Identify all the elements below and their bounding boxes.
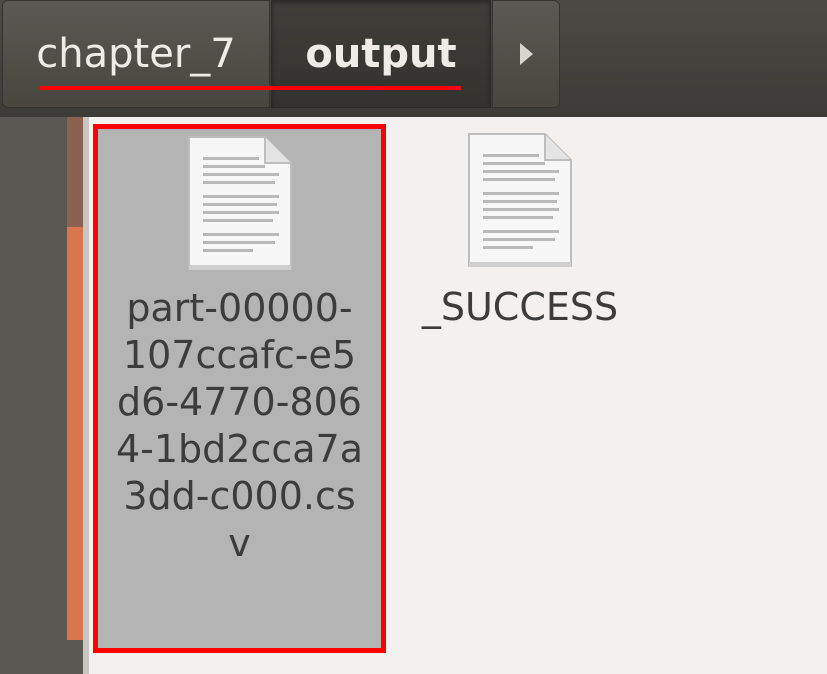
breadcrumb-label: output [305, 31, 457, 77]
file-name-label: _SUCCESS [421, 285, 619, 329]
file-item-success[interactable]: _SUCCESS [400, 124, 640, 344]
file-name-label: part-00000-107ccafc-e5d6-4770-8064-1bd2c… [115, 286, 364, 565]
path-forward-button[interactable] [492, 0, 560, 108]
file-item-csv[interactable]: part-00000-107ccafc-e5d6-4770-8064-1bd2c… [93, 124, 386, 653]
path-bar: chapter_7 output [0, 0, 827, 118]
breadcrumb-label: chapter_7 [36, 31, 236, 77]
file-manager-window: chapter_7 output part-00000-107ccafc-e5d… [0, 0, 827, 674]
breadcrumb-output[interactable]: output [271, 0, 491, 108]
sidebar-scrollbar[interactable] [67, 117, 83, 640]
breadcrumb-chapter-7[interactable]: chapter_7 [2, 0, 270, 108]
path-highlight-underline [40, 86, 461, 90]
text-document-icon [468, 133, 572, 267]
text-document-icon [187, 136, 292, 270]
chevron-right-icon [519, 43, 533, 65]
